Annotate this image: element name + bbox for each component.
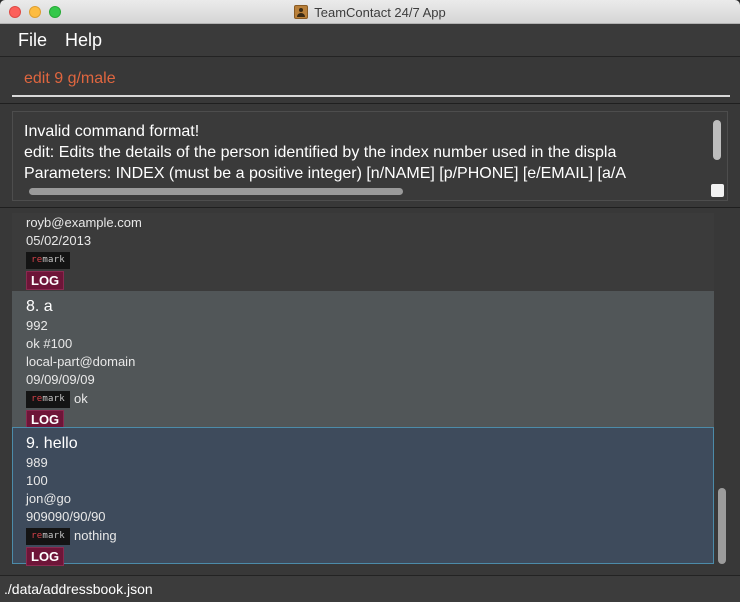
remark-row: remark ok xyxy=(26,389,714,409)
remark-text: ok xyxy=(74,391,88,406)
command-input[interactable] xyxy=(12,63,730,97)
menu-bar: File Help xyxy=(0,24,740,57)
person-date: 05/02/2013 xyxy=(26,233,92,248)
tag-badge: LOG xyxy=(26,271,65,290)
remark-icon: remark xyxy=(26,390,70,408)
list-vertical-scrollbar[interactable] xyxy=(718,488,726,564)
scroll-corner xyxy=(711,184,724,197)
window-title-group: TeamContact 24/7 App xyxy=(0,0,740,24)
person-email: jon@go xyxy=(26,491,72,506)
result-line: Parameters: INDEX (must be a positive in… xyxy=(24,165,626,182)
result-text: Invalid command format! edit: Edits the … xyxy=(24,121,626,184)
person-name: 9. hello xyxy=(26,435,78,452)
remark-row: remark nothing xyxy=(26,526,713,546)
result-display-pane: Invalid command format! edit: Edits the … xyxy=(0,104,740,208)
result-line: Invalid command format! xyxy=(24,123,200,140)
person-card[interactable]: royb@example.com 05/02/2013 remark LOG xyxy=(12,213,714,291)
remark-icon: remark xyxy=(26,251,70,269)
title-bar: TeamContact 24/7 App xyxy=(0,0,740,24)
person-card[interactable]: 8. a 992 ok #100 local-part@domain 09/09… xyxy=(12,291,714,429)
result-line: edit: Edits the details of the person id… xyxy=(24,144,617,161)
tag-badge: LOG xyxy=(26,547,65,566)
remark-icon: remark xyxy=(26,527,70,545)
person-name: 8. a xyxy=(26,298,53,315)
person-list: royb@example.com 05/02/2013 remark LOG 8… xyxy=(0,208,740,575)
person-card-selected[interactable]: 9. hello 989 100 jon@go 909090/90/90 rem… xyxy=(12,427,714,566)
remark-row: remark xyxy=(26,250,714,270)
app-icon xyxy=(294,5,309,19)
save-location: ./data/addressbook.json xyxy=(4,581,153,597)
result-display[interactable]: Invalid command format! edit: Edits the … xyxy=(12,111,728,201)
person-address: ok #100 xyxy=(26,336,73,351)
person-address: 100 xyxy=(26,473,48,488)
person-date: 909090/90/90 xyxy=(26,509,106,524)
person-phone: 989 xyxy=(26,455,48,470)
result-vertical-scrollbar[interactable] xyxy=(713,120,721,160)
person-email: local-part@domain xyxy=(26,354,136,369)
result-horizontal-scrollbar[interactable] xyxy=(29,188,403,195)
status-bar: ./data/addressbook.json xyxy=(0,575,740,602)
menu-help[interactable]: Help xyxy=(65,30,102,51)
person-date: 09/09/09/09 xyxy=(26,372,95,387)
menu-file[interactable]: File xyxy=(18,30,47,51)
window-title: TeamContact 24/7 App xyxy=(314,4,446,20)
command-box xyxy=(0,57,740,104)
person-phone: 992 xyxy=(26,318,48,333)
remark-text: nothing xyxy=(74,528,117,543)
person-email: royb@example.com xyxy=(26,215,142,230)
